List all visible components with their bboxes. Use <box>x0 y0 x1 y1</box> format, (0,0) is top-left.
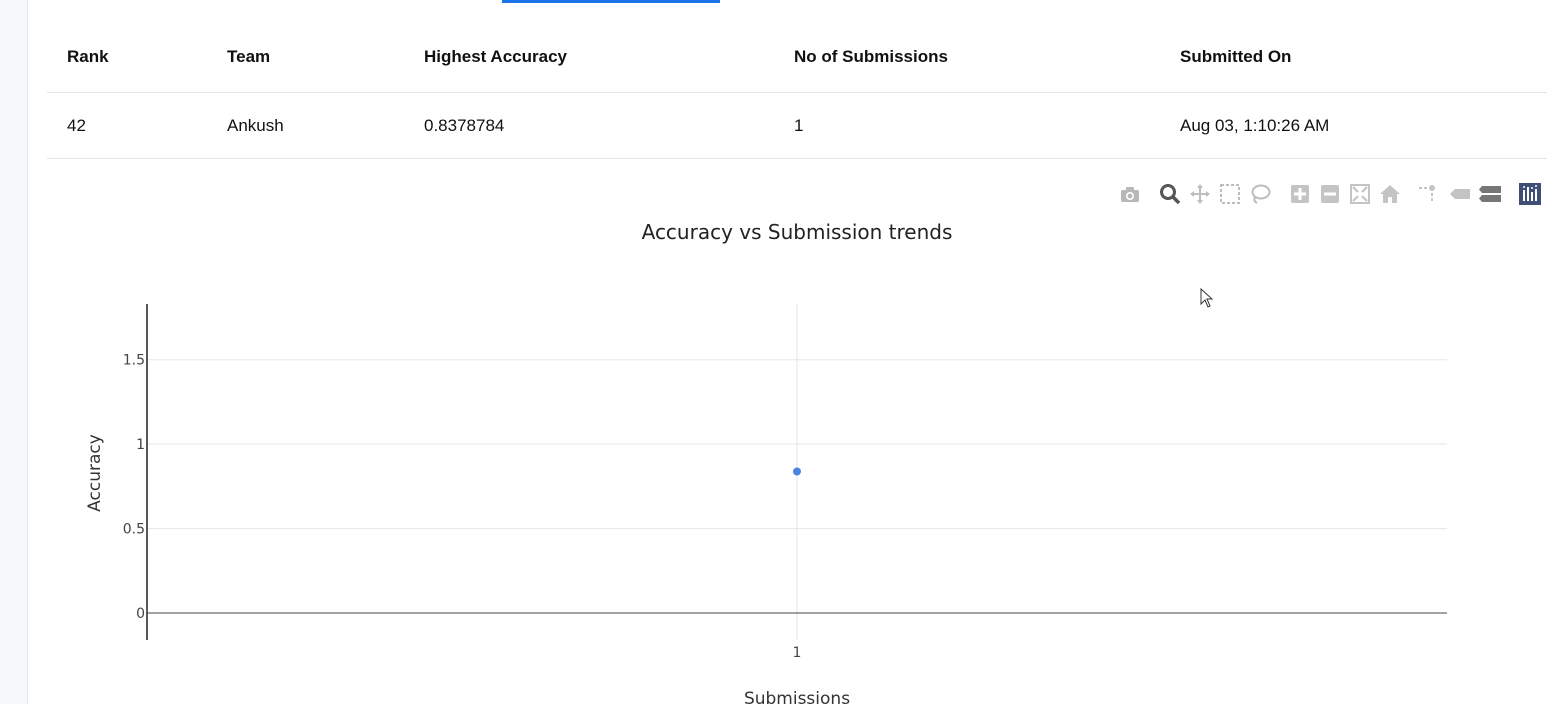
data-point[interactable] <box>793 467 801 476</box>
accuracy-chart[interactable]: 0 0.5 1 1.5 1 Accuracy Submissions <box>0 0 1566 704</box>
y-tick-label: 0.5 <box>123 522 145 538</box>
y-tick-label: 1 <box>136 437 145 453</box>
y-tick-label: 1.5 <box>123 353 145 369</box>
mouse-cursor-icon <box>1200 287 1214 313</box>
y-axis-label: Accuracy <box>85 434 105 512</box>
x-axis-label: Submissions <box>744 689 850 704</box>
y-tick-label: 0 <box>136 606 145 622</box>
x-tick-label: 1 <box>793 645 802 661</box>
